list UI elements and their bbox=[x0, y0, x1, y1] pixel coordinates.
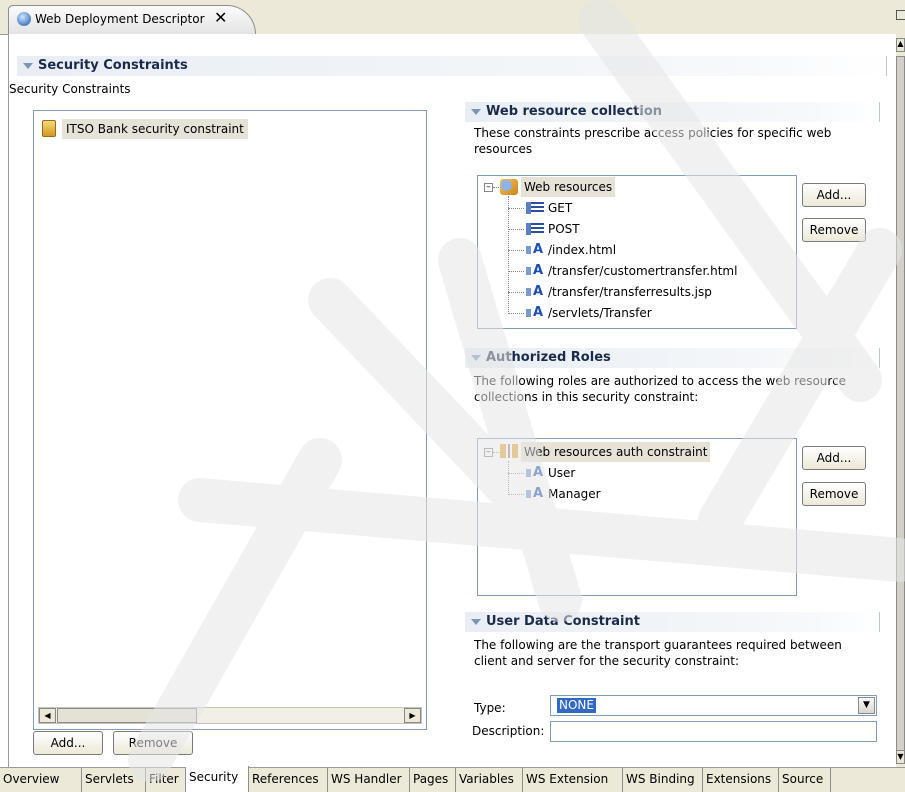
role-icon bbox=[526, 484, 544, 504]
http-method-icon bbox=[526, 202, 544, 214]
tab-ws-handler[interactable]: WS Handler bbox=[328, 768, 410, 792]
type-select[interactable]: NONE ▼ bbox=[550, 695, 877, 716]
tab-variables[interactable]: Variables bbox=[456, 768, 523, 792]
type-label: Type: bbox=[474, 701, 506, 715]
tab-ws-extension[interactable]: WS Extension bbox=[523, 768, 623, 792]
authorized-roles-description: The following roles are authorized to ac… bbox=[474, 374, 847, 404]
type-select-value: NONE bbox=[557, 698, 596, 713]
authorized-roles-tree[interactable]: – Web resources auth constraint User Man… bbox=[477, 438, 797, 596]
scroll-up-icon[interactable]: ▲ bbox=[896, 38, 905, 52]
tab-servlets[interactable]: Servlets bbox=[82, 768, 146, 792]
scroll-down-icon[interactable]: ▼ bbox=[896, 750, 905, 764]
collapse-triangle-icon[interactable] bbox=[471, 355, 481, 361]
close-icon[interactable]: ✕ bbox=[214, 8, 227, 27]
editor-page-tabs: Overview Servlets Filter Security Refere… bbox=[0, 766, 905, 792]
add-role-button[interactable]: Add... bbox=[802, 446, 866, 470]
horizontal-scrollbar[interactable]: ◀ ▶ bbox=[38, 707, 422, 724]
description-label: Description: bbox=[472, 724, 545, 738]
editor-area: Security Constraints Security Constraint… bbox=[8, 34, 897, 767]
tab-security[interactable]: Security bbox=[186, 766, 249, 792]
collapse-triangle-icon[interactable] bbox=[471, 109, 481, 115]
tab-ws-binding[interactable]: WS Binding bbox=[623, 768, 703, 792]
tab-extensions[interactable]: Extensions bbox=[703, 768, 779, 792]
user-data-constraint-description: The following are the transport guarante… bbox=[474, 638, 842, 668]
editor-tab-strip: Web Deployment Descriptor ✕ bbox=[0, 0, 905, 35]
editor-tab[interactable]: Web Deployment Descriptor ✕ bbox=[8, 5, 256, 34]
scroll-left-icon[interactable]: ◀ bbox=[39, 708, 56, 723]
url-pattern-icon bbox=[526, 282, 544, 302]
add-web-resource-button[interactable]: Add... bbox=[802, 183, 866, 207]
http-method-icon bbox=[526, 223, 544, 235]
user-data-constraint-header[interactable]: User Data Constraint bbox=[465, 612, 880, 632]
remove-web-resource-button[interactable]: Remove bbox=[802, 218, 866, 242]
security-constraint-list[interactable]: ITSO Bank security constraint ◀ ▶ bbox=[33, 110, 427, 730]
description-input[interactable] bbox=[550, 721, 877, 742]
url-pattern-icon bbox=[526, 261, 544, 281]
tab-overview[interactable]: Overview bbox=[0, 768, 82, 792]
url-pattern-icon bbox=[526, 240, 544, 260]
collapse-triangle-icon[interactable] bbox=[23, 63, 33, 69]
add-constraint-button[interactable]: Add... bbox=[33, 731, 103, 755]
url-pattern-icon bbox=[526, 303, 544, 323]
globe-icon bbox=[17, 12, 31, 26]
scroll-thumb[interactable] bbox=[896, 56, 905, 764]
remove-constraint-button[interactable]: Remove bbox=[113, 731, 193, 755]
tab-references[interactable]: References bbox=[249, 768, 328, 792]
tab-pages[interactable]: Pages bbox=[410, 768, 456, 792]
auth-constraint-icon bbox=[500, 444, 518, 458]
web-resources-root[interactable]: Web resources bbox=[521, 177, 616, 197]
role-icon bbox=[526, 463, 544, 483]
tab-source[interactable]: Source bbox=[779, 768, 831, 792]
web-resources-icon bbox=[500, 179, 518, 195]
collapse-tree-icon[interactable]: – bbox=[484, 448, 493, 457]
remove-role-button[interactable]: Remove bbox=[802, 482, 866, 506]
web-resources-tree[interactable]: – Web resources GET POST /index.html /tr… bbox=[477, 175, 797, 329]
maximize-icon[interactable] bbox=[896, 10, 905, 20]
collapse-triangle-icon[interactable] bbox=[471, 619, 481, 625]
scroll-right-icon[interactable]: ▶ bbox=[404, 708, 421, 723]
editor-tab-title: Web Deployment Descriptor bbox=[35, 12, 205, 26]
tab-filter[interactable]: Filter bbox=[146, 768, 186, 792]
security-constraint-label: ITSO Bank security constraint bbox=[62, 119, 248, 139]
web-resource-collection-header[interactable]: Web resource collection bbox=[465, 102, 880, 122]
security-constraints-header[interactable]: Security Constraints bbox=[17, 56, 887, 76]
scroll-thumb[interactable] bbox=[57, 708, 197, 723]
authorized-roles-header[interactable]: Authorized Roles bbox=[465, 348, 880, 368]
chevron-down-icon[interactable]: ▼ bbox=[858, 697, 875, 714]
web-resource-collection-description: These constraints prescribe access polic… bbox=[474, 126, 832, 156]
auth-constraint-root[interactable]: Web resources auth constraint bbox=[521, 442, 711, 462]
lock-icon bbox=[42, 120, 56, 137]
vertical-scrollbar[interactable]: ▲ ▼ bbox=[896, 34, 905, 767]
collapse-tree-icon[interactable]: – bbox=[484, 183, 493, 192]
security-constraints-description: Security Constraints bbox=[9, 82, 131, 96]
